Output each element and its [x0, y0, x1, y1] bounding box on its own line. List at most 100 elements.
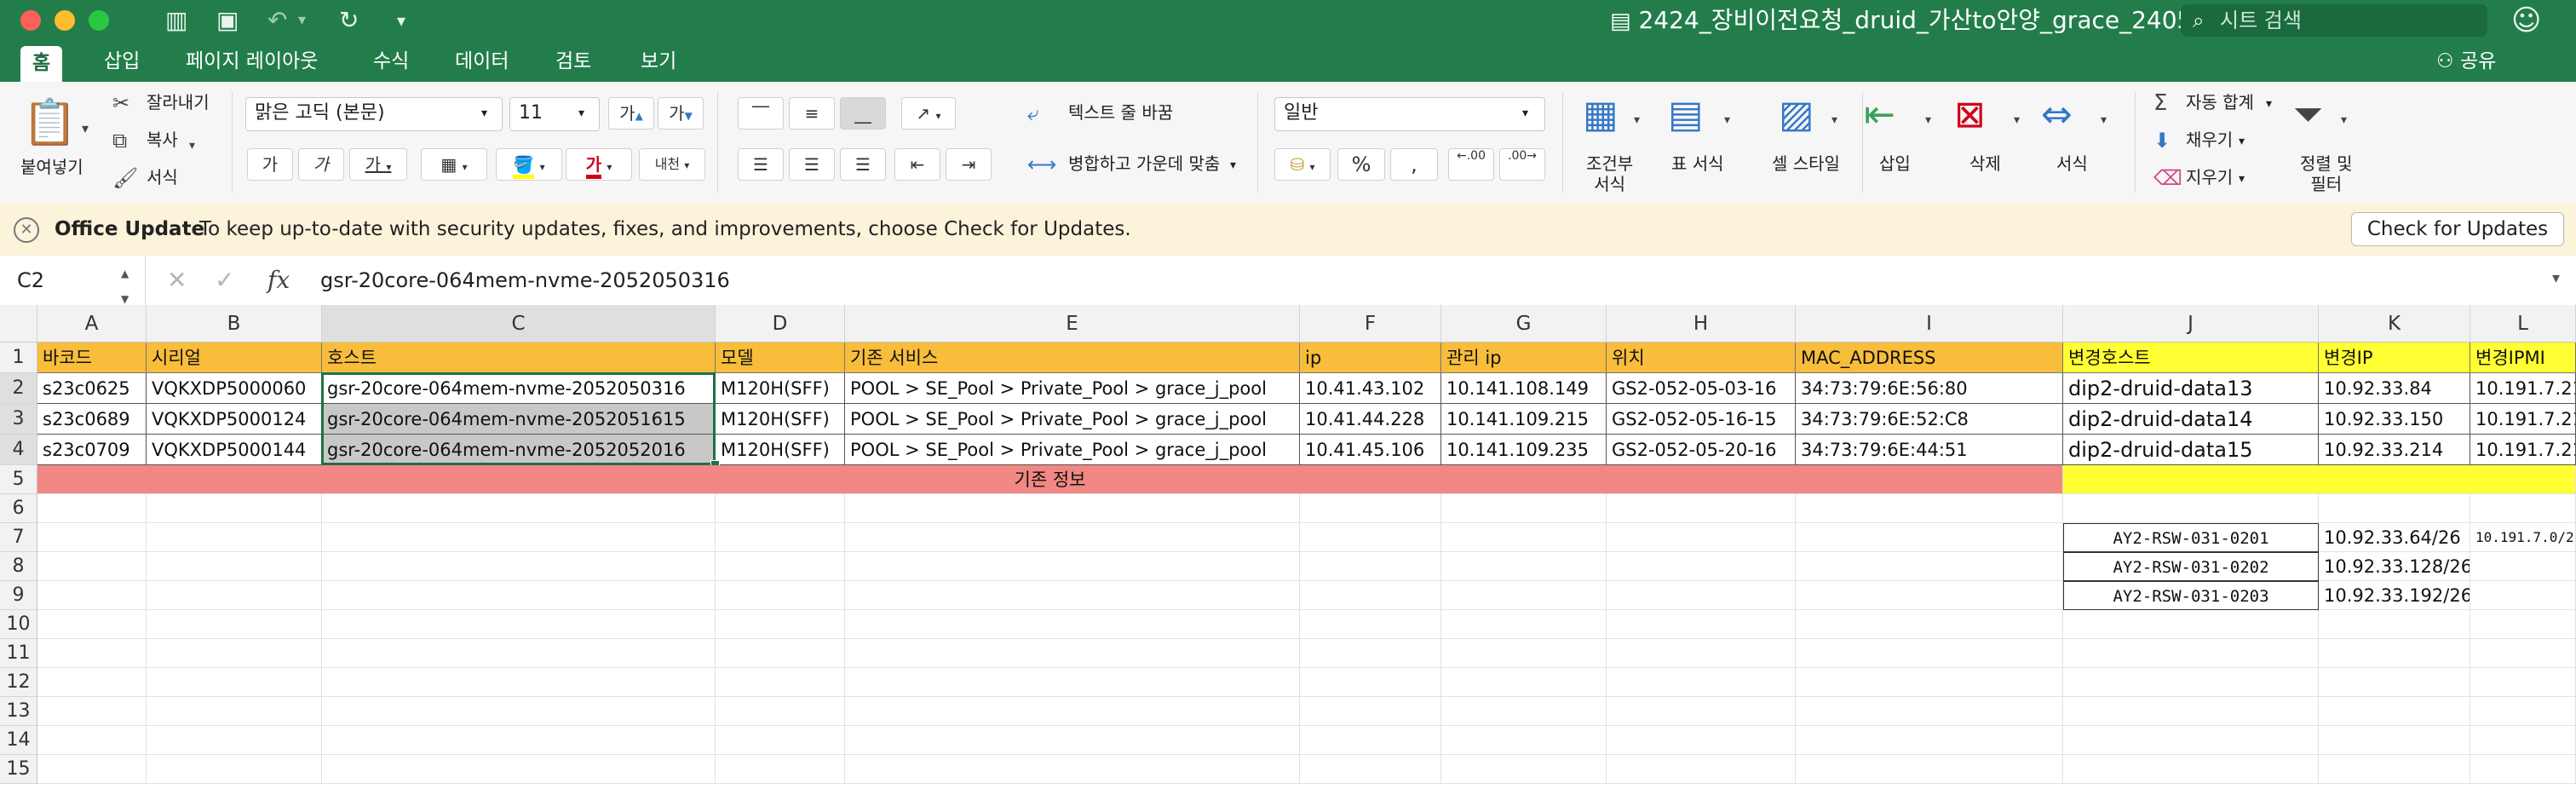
column-header-d[interactable]: D — [716, 305, 845, 343]
increase-decimal-button[interactable]: ←.00 — [1448, 148, 1494, 181]
cell-h13[interactable] — [1607, 697, 1796, 726]
cell-l11[interactable] — [2470, 639, 2576, 668]
tab-insert[interactable]: 삽입 — [92, 48, 152, 75]
cell-d13[interactable] — [716, 697, 845, 726]
cell-e7[interactable] — [845, 523, 1300, 552]
column-header-i[interactable]: I — [1796, 305, 2063, 343]
cell-a2[interactable]: s23c0625 — [37, 373, 147, 404]
cell-f3[interactable]: 10.41.44.228 — [1300, 404, 1441, 435]
font-name-select[interactable]: 맑은 고딕 (본문) ▾ — [245, 97, 503, 131]
cell-e12[interactable] — [845, 668, 1300, 697]
cell-j14[interactable] — [2063, 726, 2319, 755]
cell-e6[interactable] — [845, 494, 1300, 523]
cell-e10[interactable] — [845, 610, 1300, 639]
switch-ipmi-cell[interactable] — [2470, 581, 2576, 610]
cell-a8[interactable] — [37, 552, 147, 581]
column-header-h[interactable]: H — [1607, 305, 1796, 343]
customize-toolbar-icon[interactable]: ▾ — [397, 7, 405, 34]
column-header-b[interactable]: B — [147, 305, 322, 343]
select-all-corner[interactable] — [0, 305, 37, 343]
check-for-updates-button[interactable]: Check for Updates — [2351, 212, 2564, 246]
cell-i4[interactable]: 34:73:79:6E:44:51 — [1796, 435, 2063, 465]
borders-button[interactable]: ▦ ▾ — [421, 148, 487, 181]
column-header-c[interactable]: C — [322, 305, 716, 343]
cell-d7[interactable] — [716, 523, 845, 552]
cell-j13[interactable] — [2063, 697, 2319, 726]
cell-c13[interactable] — [322, 697, 716, 726]
underline-button[interactable]: 가 ▾ — [349, 148, 407, 181]
orientation-button[interactable]: ↗ ▾ — [901, 97, 956, 130]
align-bottom-button[interactable]: ⎽ — [840, 97, 886, 130]
cell-k2[interactable]: 10.92.33.84 — [2319, 373, 2470, 404]
sheet-search-input[interactable]: ⌕ 시트 검색 — [2181, 4, 2487, 37]
cell-g11[interactable] — [1441, 639, 1607, 668]
cell-j10[interactable] — [2063, 610, 2319, 639]
undo-icon[interactable]: ↶ — [267, 7, 287, 34]
italic-button[interactable]: 가 — [298, 148, 344, 181]
row-header-1[interactable]: 1 — [0, 343, 37, 373]
cell-f8[interactable] — [1300, 552, 1441, 581]
row-header-6[interactable]: 6 — [0, 494, 37, 523]
cell-k13[interactable] — [2319, 697, 2470, 726]
close-window-button[interactable] — [20, 10, 41, 31]
cell-h4[interactable]: GS2-052-05-20-16 — [1607, 435, 1796, 465]
redo-icon[interactable]: ↻ — [339, 7, 359, 34]
formula-input[interactable]: gsr-20core-064mem-nvme-2052050316 — [320, 268, 730, 293]
insert-function-icon[interactable]: fx — [267, 266, 290, 294]
cell-l4[interactable]: 10.191.7.212 — [2470, 435, 2576, 465]
row-header-10[interactable]: 10 — [0, 610, 37, 639]
cell-b10[interactable] — [147, 610, 322, 639]
save-icon[interactable]: ▣ — [216, 7, 239, 34]
cell-h3[interactable]: GS2-052-05-16-15 — [1607, 404, 1796, 435]
column-header-l[interactable]: L — [2470, 305, 2576, 343]
fill-color-button[interactable]: 🪣 ▾ — [496, 148, 562, 181]
cell-d15[interactable] — [716, 755, 845, 784]
row-header-5[interactable]: 5 — [0, 465, 37, 494]
increase-indent-button[interactable]: ⇥ — [946, 148, 992, 181]
header-cell-a[interactable]: 바코드 — [37, 343, 147, 373]
tab-page-layout[interactable]: 페이지 레이아웃 — [174, 48, 330, 75]
cell-d6[interactable] — [716, 494, 845, 523]
name-box[interactable]: C2 ▲ ▼ — [0, 256, 146, 305]
cell-b3[interactable]: VQKXDP5000124 — [147, 404, 322, 435]
cell-c9[interactable] — [322, 581, 716, 610]
align-top-button[interactable]: ⎺ — [738, 97, 784, 130]
header-cell-i[interactable]: MAC_ADDRESS — [1796, 343, 2063, 373]
spreadsheet-grid[interactable]: A B C D E F G H I J K L 1 2 3 4 5 6 7 8 9 10 11 12 13 14 15 바코드 시리얼 호… — [0, 305, 2576, 789]
tab-view[interactable]: 보기 — [629, 48, 688, 75]
row-header-3[interactable]: 3 — [0, 404, 37, 435]
header-cell-l[interactable]: 변경IPMI — [2470, 343, 2576, 373]
tab-data[interactable]: 데이터 — [443, 48, 520, 75]
cell-b7[interactable] — [147, 523, 322, 552]
switch-subnet-cell[interactable]: 10.92.33.192/26 — [2319, 581, 2470, 610]
cell-j12[interactable] — [2063, 668, 2319, 697]
cell-e14[interactable] — [845, 726, 1300, 755]
cell-d10[interactable] — [716, 610, 845, 639]
cell-e15[interactable] — [845, 755, 1300, 784]
cell-d3[interactable]: M120H(SFF) — [716, 404, 845, 435]
cell-i12[interactable] — [1796, 668, 2063, 697]
tab-home[interactable]: 홈 — [20, 46, 63, 82]
switch-subnet-cell[interactable]: 10.92.33.64/26 — [2319, 523, 2470, 552]
switch-ipmi-cell[interactable]: 10.191.7.0/2 — [2470, 523, 2576, 552]
cell-f13[interactable] — [1300, 697, 1441, 726]
cell-k14[interactable] — [2319, 726, 2470, 755]
cell-f4[interactable]: 10.41.45.106 — [1300, 435, 1441, 465]
cell-b9[interactable] — [147, 581, 322, 610]
align-right-button[interactable]: ☰ — [840, 148, 886, 181]
row-header-12[interactable]: 12 — [0, 668, 37, 697]
cell-l12[interactable] — [2470, 668, 2576, 697]
cell-g6[interactable] — [1441, 494, 1607, 523]
cell-d8[interactable] — [716, 552, 845, 581]
switch-name-cell[interactable]: AY2-RSW-031-0203 — [2063, 581, 2319, 610]
cell-d4[interactable]: M120H(SFF) — [716, 435, 845, 465]
cell-l14[interactable] — [2470, 726, 2576, 755]
cell-a10[interactable] — [37, 610, 147, 639]
cell-a7[interactable] — [37, 523, 147, 552]
cell-f14[interactable] — [1300, 726, 1441, 755]
align-middle-button[interactable]: ≡ — [789, 97, 835, 130]
cell-c7[interactable] — [322, 523, 716, 552]
cell-k3[interactable]: 10.92.33.150 — [2319, 404, 2470, 435]
cell-g2[interactable]: 10.141.108.149 — [1441, 373, 1607, 404]
cell-f10[interactable] — [1300, 610, 1441, 639]
